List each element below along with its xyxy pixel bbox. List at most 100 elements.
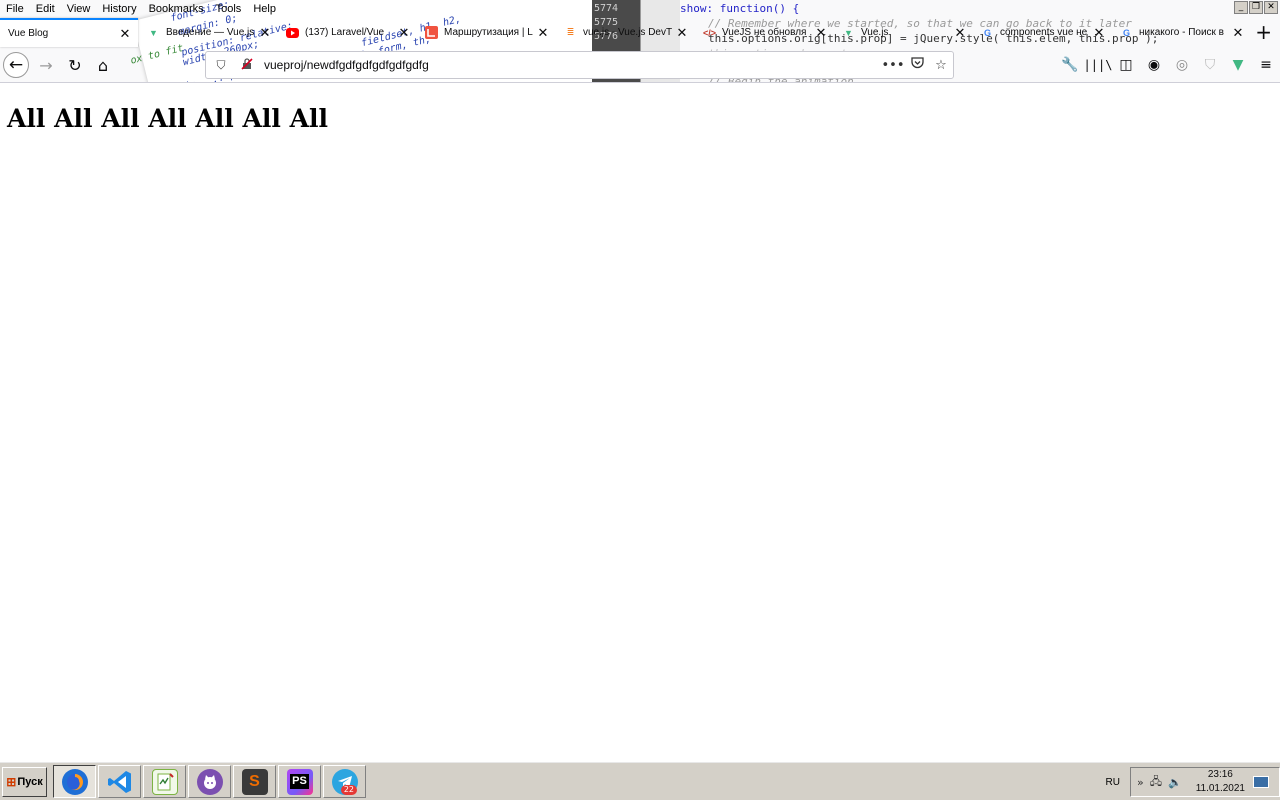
youtube-icon [286,26,299,39]
clock[interactable]: 23:16 11.01.2021 [1196,768,1245,796]
tab-google-components[interactable]: G components vue не ✕ [973,18,1112,47]
extension-icon[interactable]: ◎ [1168,52,1196,78]
menu-file[interactable]: File [0,3,30,15]
navigation-bar: ← → ↻ ⌂ ⛉ vueproj/newdfgdfgdfgdfgdfgdfg … [0,47,1280,82]
arrow-left-icon: ← [8,55,24,75]
tab-title: vue.js - Vue.js DevT [583,27,673,38]
pocket-icon[interactable] [905,57,929,73]
menu-view[interactable]: View [61,3,97,15]
tab-title: никакого - Поиск в [1139,27,1224,38]
language-indicator[interactable]: RU [1106,777,1120,788]
sublime-icon: S [241,768,268,795]
close-tab-icon[interactable]: ✕ [1231,25,1245,40]
show-hidden-icons-chevron-icon[interactable]: » [1137,776,1144,789]
library-icon[interactable]: |||\ [1084,52,1113,78]
tab-laravel-routing[interactable]: Маршрутизация | L ✕ [417,18,556,47]
tab-google-search[interactable]: G никакого - Поиск в ✕ [1112,18,1251,47]
windows-flag-icon: ⊞ [6,775,17,789]
show-desktop-icon[interactable] [1253,776,1269,788]
home-button[interactable]: ⌂ [90,52,116,78]
tab-vue-blog[interactable]: Vue Blog ✕ [0,18,138,47]
start-button[interactable]: ⊞ Пуск [2,767,47,797]
tab-title: Vue Blog [8,28,49,39]
taskbar-app-phpstorm[interactable]: PS [278,765,321,798]
minimize-button[interactable]: _ [1234,1,1248,14]
menubar: File Edit View History Bookmarks Tools H… [0,0,282,18]
clock-date: 11.01.2021 [1195,783,1245,794]
insecure-connection-icon[interactable] [238,57,256,73]
tab-laravel-vue-youtube[interactable]: (137) Laravel/Vue ✕ [278,18,417,47]
taskbar-apps: S PS 22 [53,765,366,798]
reload-icon: ↻ [68,55,82,75]
close-tab-icon[interactable]: ✕ [814,25,828,40]
taskbar-app-vscode[interactable] [98,765,141,798]
close-tab-icon[interactable]: ✕ [675,25,689,40]
bookmark-star-icon[interactable]: ☆ [929,58,953,73]
system-tray: RU » 🖧 🔈 23:16 11.01.2021 [1106,767,1280,797]
phpstorm-icon: PS [286,768,313,795]
menu-edit[interactable]: Edit [30,3,61,15]
back-button[interactable]: ← [3,52,29,78]
google-icon: G [983,27,991,38]
page-actions-icon[interactable]: ••• [881,58,905,73]
taskbar-app-telegram[interactable]: 22 [323,765,366,798]
tab-vuejs[interactable]: ▼ Vue.js ✕ [834,18,973,47]
code-icon: </> [703,27,717,38]
close-tab-icon[interactable]: ✕ [258,25,272,40]
home-icon: ⌂ [97,55,109,75]
menu-history[interactable]: History [96,3,142,15]
vue-icon: ▼ [149,27,158,38]
taskbar-app-github-desktop[interactable] [188,765,231,798]
sidebar-icon[interactable]: ◫ [1112,52,1140,78]
browser-chrome: font-size: margin: 0; position: relative… [0,0,1280,83]
notification-area: » 🖧 🔈 23:16 11.01.2021 [1129,767,1280,797]
tab-vue-intro[interactable]: ▼ Введение — Vue.js ✕ [139,18,278,47]
theme-line-number: 5774 [594,3,619,14]
close-tab-icon[interactable]: ✕ [953,25,967,40]
page-content: All All All All All All All [0,84,1280,761]
address-bar[interactable]: ⛉ vueproj/newdfgdfgdfgdfgdfgdfg ••• ☆ [205,51,954,79]
notepadpp-icon [151,768,178,795]
new-tab-button[interactable]: + [1255,21,1272,43]
close-tab-icon[interactable]: ✕ [118,26,132,41]
laravel-icon [425,26,438,39]
menu-tools[interactable]: Tools [210,3,248,15]
hamburger-menu-icon[interactable]: ≡ [1252,52,1280,78]
tab-title: Маршрутизация | L [444,27,533,38]
url-text: vueproj/newdfgdfgdfgdfgdfgdfg [264,58,429,72]
github-desktop-icon [196,768,223,795]
stackoverflow-icon: ≣ [566,27,575,37]
forward-button[interactable]: → [33,52,59,78]
tab-strip: Vue Blog ✕ ▼ Введение — Vue.js ✕ (137) L… [0,18,1280,47]
account-icon[interactable]: ◉ [1140,52,1168,78]
reload-button[interactable]: ↻ [62,52,88,78]
volume-icon[interactable]: 🔈 [1168,776,1182,789]
vscode-icon [107,769,133,795]
tab-title: (137) Laravel/Vue [305,27,385,38]
shield-extension-icon[interactable]: ⛉ [1196,52,1224,78]
tab-vue-devtools-so[interactable]: ≣ vue.js - Vue.js DevT ✕ [556,18,695,47]
tab-title: Vue.js [861,27,889,38]
tab-vuejs-not-updating[interactable]: </> VueJS не обновля ✕ [695,18,834,47]
toolbar-tools: 🔧 |||\ ◫ ◉ ◎ ⛉ ▼ ≡ [1056,52,1280,78]
taskbar: ⊞ Пуск S PS 22 RU » 🖧 🔈 23:16 11.01.2021 [0,761,1280,800]
close-window-button[interactable]: ✕ [1264,1,1278,14]
close-tab-icon[interactable]: ✕ [536,25,550,40]
devtools-wrench-icon[interactable]: 🔧 [1056,52,1084,78]
restore-button[interactable]: ❐ [1249,1,1263,14]
vue-devtools-icon[interactable]: ▼ [1224,52,1252,78]
tab-title: components vue не [1000,27,1088,38]
taskbar-app-sublime[interactable]: S [233,765,276,798]
theme-code-line: show: function() { [680,2,800,15]
network-icon[interactable]: 🖧 [1150,773,1162,792]
phpstorm-label: PS [290,774,309,789]
tracking-shield-icon[interactable]: ⛉ [212,58,230,73]
menu-help[interactable]: Help [247,3,282,15]
firefox-icon [61,768,88,795]
menu-bookmarks[interactable]: Bookmarks [143,3,210,15]
taskbar-app-notepadpp[interactable] [143,765,186,798]
window-controls: _ ❐ ✕ [1234,1,1278,14]
close-tab-icon[interactable]: ✕ [397,25,411,40]
taskbar-app-firefox[interactable] [53,765,96,798]
close-tab-icon[interactable]: ✕ [1092,25,1106,40]
